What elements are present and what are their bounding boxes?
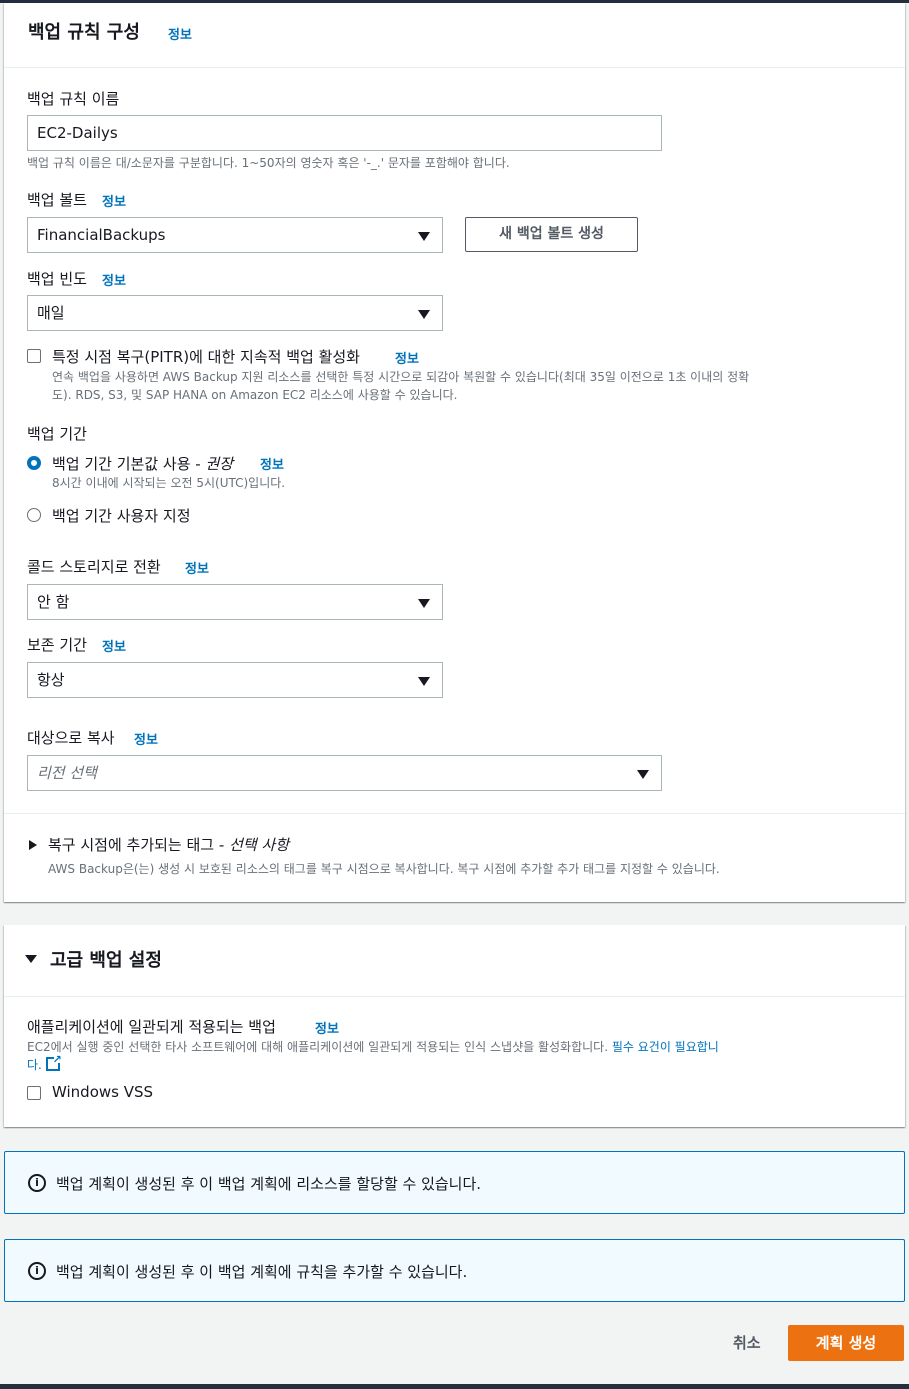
region-select-placeholder: 리전 선택 [37, 764, 97, 782]
external-link-icon[interactable] [45, 1051, 62, 1071]
alert-message: 백업 계획이 생성된 후 이 백업 계획에 규칙을 추가할 수 있습니다. [56, 1263, 468, 1281]
app-consistent-desc: EC2에서 실행 중인 선택한 타사 소프트웨어에 대해 애플리케이션에 일관되… [27, 1038, 857, 1074]
cold-storage-select[interactable]: 안 함 [27, 584, 443, 620]
window-label: 백업 기간 [27, 425, 87, 443]
vault-select[interactable]: FinancialBackups [27, 217, 443, 253]
pitr-checkbox[interactable] [27, 349, 41, 363]
prerequisites-link-cont[interactable]: 다. [27, 1058, 42, 1072]
create-plan-button[interactable]: 계획 생성 [788, 1325, 904, 1361]
create-vault-button[interactable]: 새 백업 볼트 생성 [465, 217, 638, 252]
window-default-label: 백업 기간 기본값 사용 - 권장 [52, 455, 234, 473]
windows-vss-label: Windows VSS [52, 1083, 154, 1101]
frequency-info-link[interactable]: 정보 [102, 270, 126, 289]
caret-down-icon [637, 770, 649, 779]
window-default-info-link[interactable]: 정보 [260, 454, 284, 473]
info-icon: i [28, 1174, 46, 1192]
retention-select[interactable]: 항상 [27, 662, 443, 698]
copy-info-link[interactable]: 정보 [134, 729, 158, 748]
window-default-radio[interactable] [27, 456, 41, 470]
pitr-info-link[interactable]: 정보 [395, 348, 419, 367]
pitr-desc-2: 도). RDS, S3, 및 SAP HANA on Amazon EC2 리소… [52, 388, 458, 402]
region-select[interactable]: 리전 선택 [27, 755, 662, 791]
pitr-desc-1: 연속 백업을 사용하면 AWS Backup 지원 리소스를 선택한 특정 시간… [52, 370, 750, 384]
caret-down-icon [418, 599, 430, 608]
panel-info-link[interactable]: 정보 [168, 24, 192, 43]
bottom-border [0, 1384, 909, 1389]
tags-expander[interactable]: 복구 시점에 추가되는 태그 - 선택 사항 [48, 834, 289, 855]
retention-label: 보존 기간 [27, 636, 87, 654]
info-alert-resources: i 백업 계획이 생성된 후 이 백업 계획에 리소스를 할당할 수 있습니다. [4, 1151, 905, 1214]
prerequisites-link[interactable]: 필수 요건이 필요합니 [612, 1040, 719, 1054]
caret-down-icon[interactable] [25, 955, 37, 963]
window-custom-radio[interactable] [27, 508, 41, 522]
vault-select-value: FinancialBackups [37, 226, 166, 244]
window-custom-label: 백업 기간 사용자 지정 [52, 507, 191, 525]
frequency-select[interactable]: 매일 [27, 295, 443, 331]
caret-right-icon[interactable] [29, 840, 37, 850]
panel-title: 백업 규칙 구성 [28, 22, 140, 43]
advanced-header[interactable]: 고급 백업 설정 [4, 925, 905, 997]
caret-down-icon [418, 232, 430, 241]
retention-select-value: 항상 [37, 671, 65, 689]
vault-label: 백업 볼트 [27, 191, 87, 209]
alert-message: 백업 계획이 생성된 후 이 백업 계획에 리소스를 할당할 수 있습니다. [56, 1175, 482, 1193]
app-consistent-label: 애플리케이션에 일관되게 적용되는 백업 [27, 1018, 276, 1036]
retention-info-link[interactable]: 정보 [102, 636, 126, 655]
frequency-select-value: 매일 [37, 304, 65, 322]
info-icon: i [28, 1262, 46, 1280]
rule-name-hint: 백업 규칙 이름은 대/소문자를 구분합니다. 1~50자의 영숫자 혹은 '-… [27, 156, 510, 170]
app-consistent-info-link[interactable]: 정보 [315, 1018, 339, 1037]
frequency-label: 백업 빈도 [27, 270, 87, 288]
cold-storage-select-value: 안 함 [37, 593, 70, 611]
rule-name-input[interactable]: EC2-Dailys [27, 115, 662, 151]
cancel-button[interactable]: 취소 [733, 1332, 761, 1353]
caret-down-icon [418, 677, 430, 686]
info-alert-rules: i 백업 계획이 생성된 후 이 백업 계획에 규칙을 추가할 수 있습니다. [4, 1239, 905, 1302]
copy-label: 대상으로 복사 [27, 729, 115, 747]
backup-rule-panel: 백업 규칙 구성 정보 백업 규칙 이름 EC2-Dailys 백업 규칙 이름… [4, 3, 905, 902]
advanced-title: 고급 백업 설정 [50, 950, 162, 971]
vault-info-link[interactable]: 정보 [102, 191, 126, 210]
rule-name-label: 백업 규칙 이름 [27, 90, 120, 108]
cold-storage-info-link[interactable]: 정보 [185, 558, 209, 577]
window-default-desc: 8시간 이내에 시작되는 오전 5시(UTC)입니다. [52, 476, 286, 490]
panel-header: 백업 규칙 구성 정보 [4, 3, 905, 68]
divider [4, 813, 905, 814]
caret-down-icon [418, 310, 430, 319]
tags-desc: AWS Backup은(는) 생성 시 보호된 리소스의 태그를 복구 시점으로… [48, 862, 720, 876]
advanced-settings-panel: 고급 백업 설정 애플리케이션에 일관되게 적용되는 백업 정보 EC2에서 실… [4, 925, 905, 1127]
windows-vss-checkbox[interactable] [27, 1086, 41, 1100]
cold-storage-label: 콜드 스토리지로 전환 [27, 558, 161, 576]
pitr-label: 특정 시점 복구(PITR)에 대한 지속적 백업 활성화 [52, 348, 360, 366]
